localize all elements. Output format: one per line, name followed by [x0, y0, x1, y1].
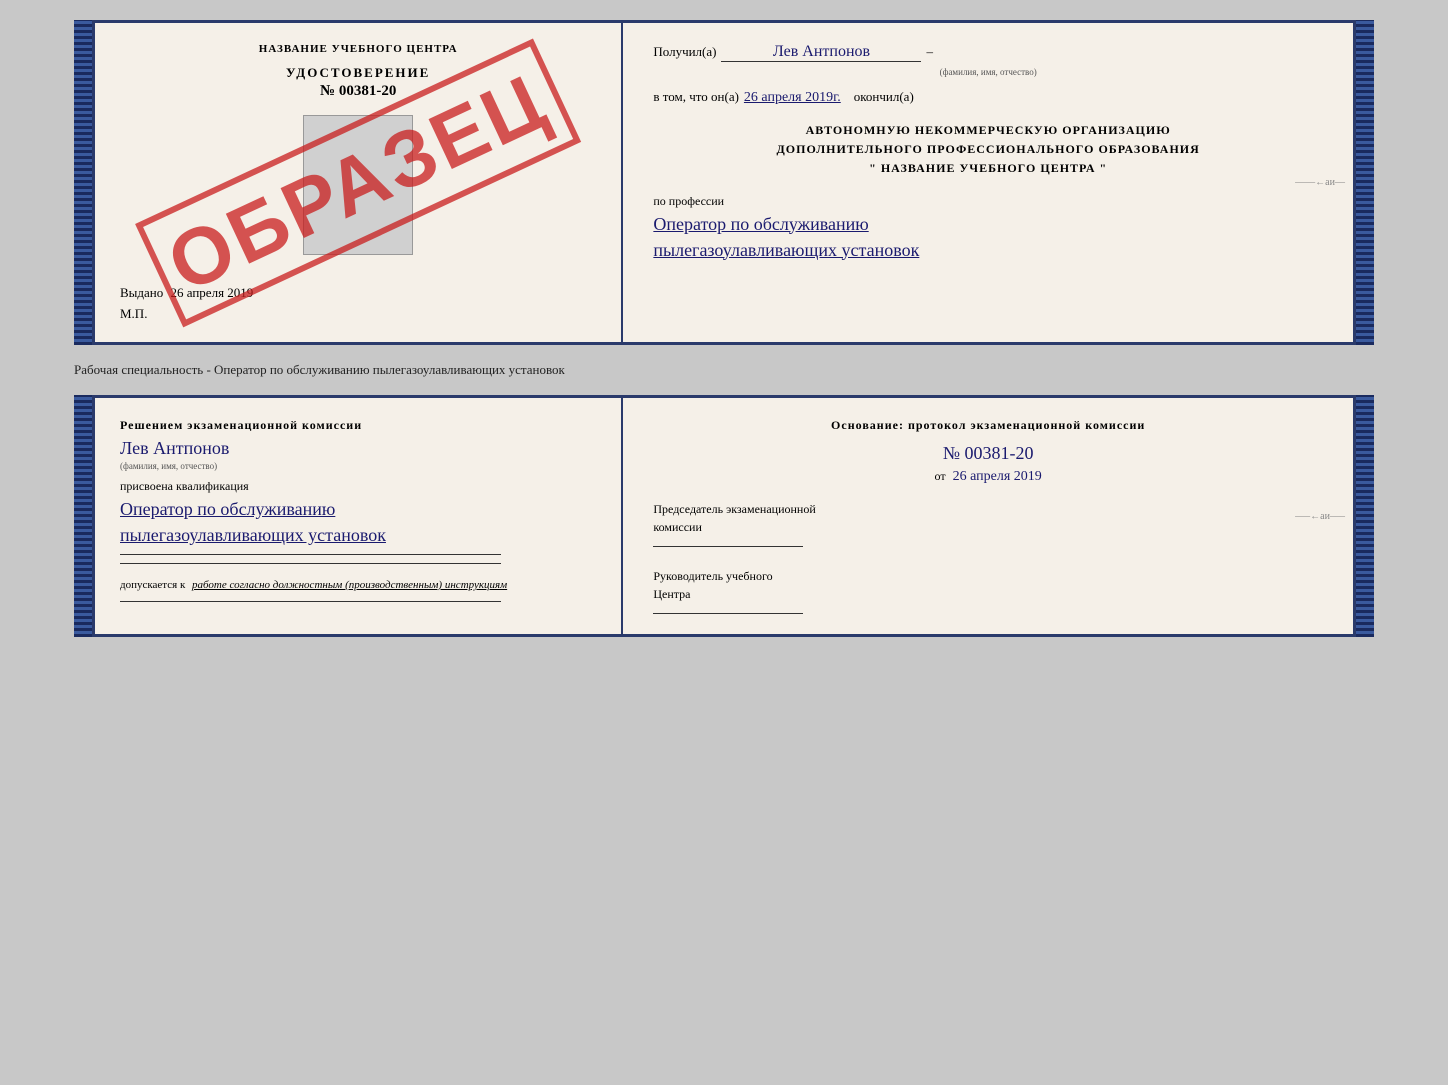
- school-title-top: НАЗВАНИЕ УЧЕБНОГО ЦЕНТРА: [120, 43, 596, 55]
- between-docs-text: Рабочая специальность - Оператор по обсл…: [74, 357, 1374, 383]
- rukovoditel-block: Руководитель учебного Центра: [653, 567, 1323, 614]
- predsedatel-line1: Председатель экзаменационной: [653, 502, 815, 516]
- org-quote2: ": [1100, 161, 1108, 175]
- profession-line1: Оператор по обслуживанию: [653, 214, 1323, 235]
- osnovanie-label: Основание: протокол экзаменационной коми…: [653, 418, 1323, 433]
- okonchil-label: окончил(а): [854, 89, 914, 105]
- udost-number: № 00381-20: [120, 83, 596, 100]
- cert-bottom-left: Решением экзаменационной комиссии Лев Ан…: [95, 398, 623, 634]
- profession-line2: пылегазоулавливающих установок: [653, 240, 1323, 261]
- top-certificate: НАЗВАНИЕ УЧЕБНОГО ЦЕНТРА УДОСТОВЕРЕНИЕ №…: [74, 20, 1374, 345]
- fio-label-bottom: (фамилия, имя, отчество): [120, 461, 596, 471]
- org-name-line: " НАЗВАНИЕ УЧЕБНОГО ЦЕНТРА ": [653, 159, 1323, 178]
- cert-top-right: Получил(а) Лев Антпонов – (фамилия, имя,…: [623, 23, 1353, 342]
- qual-line1: Оператор по обслуживанию: [120, 499, 596, 520]
- left-strip-top: [74, 20, 92, 345]
- vydano-label: Выдано: [120, 285, 163, 300]
- right-margin-bottom: – – – и а ← – – –: [1295, 398, 1345, 634]
- cert-main-bottom: Решением экзаменационной комиссии Лев Ан…: [92, 395, 1356, 637]
- poluchil-name: Лев Антпонов: [773, 43, 870, 60]
- ot-date-value: 26 апреля 2019: [953, 469, 1042, 484]
- protocol-number: № 00381-20: [653, 443, 1323, 464]
- dopusk-text: работе согласно должностным (производств…: [192, 579, 507, 591]
- mp-line: М.П.: [120, 306, 596, 322]
- org-line1: АВТОНОМНУЮ НЕКОММЕРЧЕСКУЮ ОРГАНИЗАЦИЮ: [653, 121, 1323, 140]
- poluchil-field: Лев Антпонов: [721, 43, 921, 62]
- vydano-date: 26 апреля 2019: [171, 285, 254, 300]
- predsedatel-signature: [653, 546, 803, 547]
- rukovoditel-line1: Руководитель учебного: [653, 569, 772, 583]
- bottom-certificate: Решением экзаменационной комиссии Лев Ан…: [74, 395, 1374, 637]
- rukovoditel-signature: [653, 613, 803, 614]
- predsedatel-line2: комиссии: [653, 520, 702, 534]
- left-strip-bottom: [74, 395, 92, 637]
- cert-main-top: НАЗВАНИЕ УЧЕБНОГО ЦЕНТРА УДОСТОВЕРЕНИЕ №…: [92, 20, 1356, 345]
- document-container: НАЗВАНИЕ УЧЕБНОГО ЦЕНТРА УДОСТОВЕРЕНИЕ №…: [74, 20, 1374, 637]
- cert-top-left: НАЗВАНИЕ УЧЕБНОГО ЦЕНТРА УДОСТОВЕРЕНИЕ №…: [95, 23, 623, 342]
- prisvoena: присвоена квалификация: [120, 479, 596, 494]
- rukovoditel-line2: Центра: [653, 587, 690, 601]
- bottom-name: Лев Антпонов: [120, 438, 596, 459]
- vydano-line: Выдано 26 апреля 2019: [120, 285, 596, 301]
- poluchil-line: Получил(а) Лев Антпонов –: [653, 43, 1323, 62]
- ot-date-line: от 26 апреля 2019: [653, 469, 1323, 485]
- vtom-label: в том, что он(а): [653, 89, 739, 105]
- qual-line2: пылегазоулавливающих установок: [120, 525, 596, 546]
- vtom-line: в том, что он(а) 26 апреля 2019г. окончи…: [653, 89, 1323, 106]
- po-professii: по профессии: [653, 194, 1323, 209]
- dopuskaetsya-block: допускается к работе согласно должностны…: [120, 579, 596, 591]
- vtom-date: 26 апреля 2019г.: [744, 90, 841, 106]
- udost-title: УДОСТОВЕРЕНИЕ: [120, 65, 596, 81]
- poluchil-label: Получил(а): [653, 44, 716, 60]
- photo-placeholder: [303, 115, 413, 255]
- right-strip-top: [1356, 20, 1374, 345]
- cert-bottom-right: Основание: протокол экзаменационной коми…: [623, 398, 1353, 634]
- org-block: АВТОНОМНУЮ НЕКОММЕРЧЕСКУЮ ОРГАНИЗАЦИЮ ДО…: [653, 121, 1323, 179]
- right-margin-top: – – и а ← – – – –: [1295, 23, 1345, 342]
- dopuskaetsya-label: допускается к: [120, 579, 185, 591]
- ot-label: от: [935, 469, 946, 483]
- org-name: НАЗВАНИЕ УЧЕБНОГО ЦЕНТРА: [881, 161, 1096, 175]
- right-strip-bottom: [1356, 395, 1374, 637]
- predsedatel-block: Председатель экзаменационной комиссии: [653, 500, 1323, 547]
- resheniem-block: Решением экзаменационной комиссии: [120, 418, 596, 433]
- org-line2: ДОПОЛНИТЕЛЬНОГО ПРОФЕССИОНАЛЬНОГО ОБРАЗО…: [653, 140, 1323, 159]
- udost-block: УДОСТОВЕРЕНИЕ № 00381-20: [120, 65, 596, 100]
- fio-label-top: (фамилия, имя, отчество): [653, 67, 1323, 77]
- org-quote1: ": [869, 161, 877, 175]
